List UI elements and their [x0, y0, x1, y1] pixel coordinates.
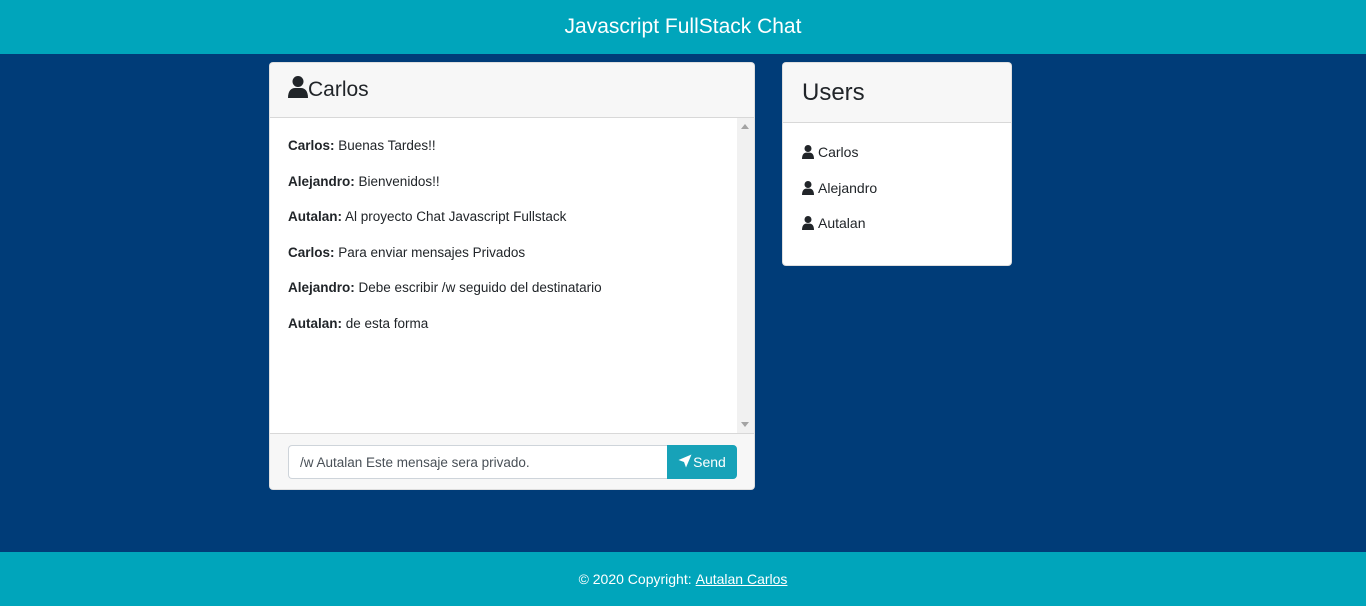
message-item: Alejandro: Bienvenidos!!	[288, 174, 736, 210]
message-item: Alejandro: Debe escribir /w seguido del …	[288, 280, 736, 316]
users-title: Users	[802, 78, 865, 106]
message-text: Bienvenidos!!	[358, 173, 440, 189]
author-link[interactable]: Autalan Carlos	[696, 571, 788, 587]
user-name: Alejandro	[818, 179, 878, 196]
scroll-up-arrow-icon[interactable]	[741, 124, 749, 129]
app-header: Javascript FullStack Chat	[0, 0, 1366, 54]
message-composer: Send	[270, 433, 754, 489]
message-author: Alejandro:	[288, 173, 355, 189]
message-author: Carlos:	[288, 244, 335, 260]
message-author: Autalan:	[288, 315, 342, 331]
scroll-down-arrow-icon[interactable]	[741, 422, 749, 427]
message-text: de esta forma	[345, 315, 429, 331]
user-list-item[interactable]: Alejandro	[802, 180, 1011, 216]
message-item: Carlos: Para enviar mensajes Privados	[288, 245, 736, 281]
paper-plane-icon	[678, 454, 693, 471]
message-text: Al proyecto Chat Javascript Fullstack	[345, 209, 567, 224]
user-icon	[802, 216, 814, 233]
user-list-item[interactable]: Carlos	[802, 144, 1011, 180]
chat-current-user: Carlos	[308, 78, 369, 101]
user-list-item[interactable]: Autalan	[802, 215, 1011, 251]
copyright-text: © 2020 Copyright:	[578, 571, 692, 587]
message-item: Autalan: de esta forma	[288, 316, 736, 352]
user-name: Autalan	[818, 215, 866, 231]
message-item: Autalan: Al proyecto Chat Javascript Ful…	[288, 209, 736, 245]
page-footer: © 2020 Copyright: Autalan Carlos	[0, 552, 1366, 606]
user-icon	[288, 76, 308, 104]
users-panel: Users Carlos Alejandro Autalan	[782, 62, 1012, 266]
users-header: Users	[783, 63, 1011, 123]
message-author: Autalan:	[288, 209, 342, 224]
user-icon	[802, 145, 814, 162]
user-list: Carlos Alejandro Autalan	[783, 123, 1011, 251]
user-icon	[802, 180, 814, 198]
chat-header: Carlos	[270, 63, 754, 118]
message-text: Debe escribir /w seguido del destinatari…	[358, 280, 602, 295]
message-list: Carlos: Buenas Tardes!! Alejandro: Bienv…	[270, 118, 736, 351]
send-button[interactable]: Send	[667, 445, 737, 479]
message-text: Buenas Tardes!!	[338, 138, 436, 153]
user-name: Carlos	[818, 144, 859, 160]
message-author: Carlos:	[288, 138, 335, 153]
message-author: Alejandro:	[288, 280, 355, 295]
app-title: Javascript FullStack Chat	[564, 15, 802, 38]
message-area[interactable]: Carlos: Buenas Tardes!! Alejandro: Bienv…	[270, 118, 754, 433]
chat-panel: Carlos Carlos: Buenas Tardes!! Alejandro…	[269, 62, 755, 490]
message-input[interactable]	[288, 445, 667, 479]
send-label: Send	[693, 454, 726, 470]
message-text: Para enviar mensajes Privados	[338, 244, 526, 260]
message-scrollbar[interactable]	[737, 118, 754, 433]
message-item: Carlos: Buenas Tardes!!	[288, 138, 736, 174]
